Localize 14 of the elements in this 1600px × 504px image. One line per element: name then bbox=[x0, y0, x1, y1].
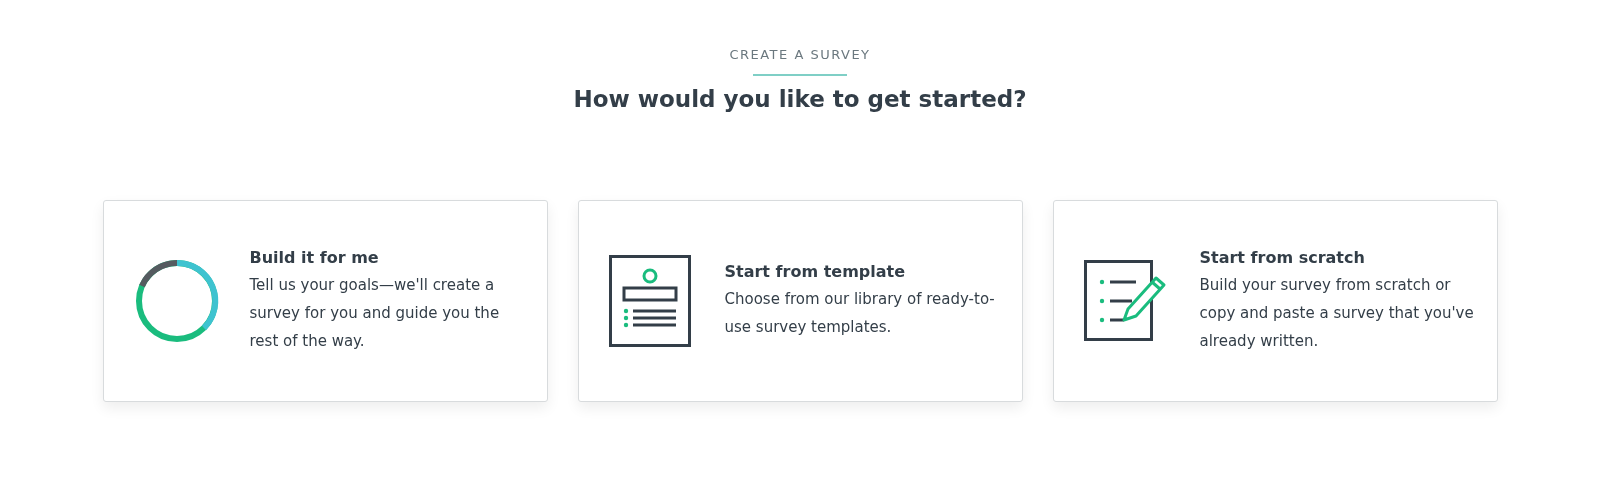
page-heading: How would you like to get started? bbox=[573, 86, 1027, 112]
card-description: Build your survey from scratch or copy and paste a survey that you've already written. bbox=[1199, 274, 1475, 352]
ring-icon bbox=[133, 258, 220, 344]
checklist-pencil-icon bbox=[1083, 260, 1168, 342]
card-description: Tell us your goals—we'll create a survey for you and guide you the rest of the way. bbox=[249, 274, 501, 352]
option-card[interactable]: Start from template Choose from our library of ready-to-use survey templates. bbox=[577, 200, 1023, 402]
option-card[interactable]: Start from scratch Build your survey from scratch or copy and paste a survey that you've already written. bbox=[1052, 200, 1498, 402]
template-icon bbox=[608, 255, 691, 347]
card-title: Build it for me bbox=[249, 247, 380, 267]
section-label: CREATE A SURVEY bbox=[729, 47, 871, 62]
card-title: Start from scratch bbox=[1199, 247, 1366, 267]
card-title: Start from template bbox=[724, 261, 907, 281]
option-card[interactable]: Build it for me Tell us your goals—we'll create a survey for you and guide you the rest of the way. bbox=[102, 200, 548, 402]
card-description: Choose from our library of ready-to-use survey templates. bbox=[724, 288, 996, 338]
